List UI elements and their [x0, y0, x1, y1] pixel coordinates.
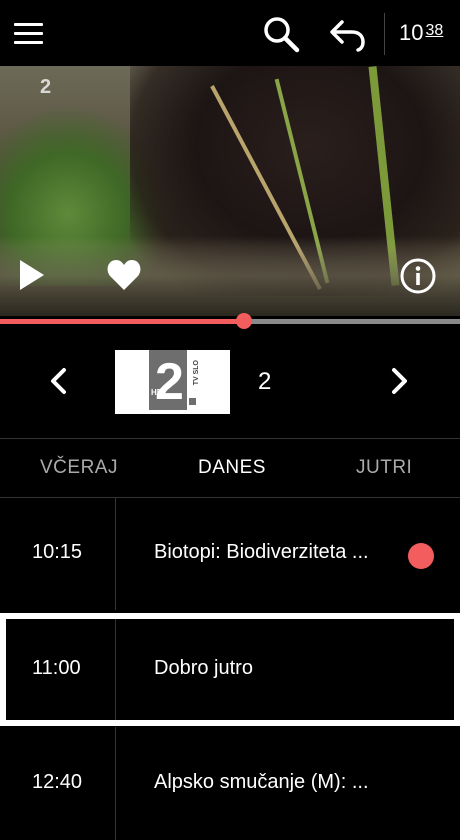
next-channel-button[interactable] — [388, 366, 412, 396]
recording-indicator — [408, 543, 434, 569]
play-button[interactable] — [18, 258, 46, 292]
logo-hd: HD — [151, 388, 163, 397]
channel-number: 2 — [258, 368, 272, 395]
info-icon — [400, 258, 436, 294]
progress-thumb[interactable] — [235, 313, 252, 329]
schedule-title: Dobro jutro — [154, 657, 253, 679]
logo-tv-slo: TV SLO — [193, 360, 200, 386]
schedule-row-selected[interactable]: 11:00 Dobro jutro — [0, 613, 460, 726]
clock-hour: 10 — [399, 20, 424, 45]
favorite-button[interactable] — [106, 258, 142, 292]
back-button[interactable] — [328, 14, 368, 54]
top-bar: 10 38 — [0, 0, 460, 66]
info-button[interactable] — [400, 258, 436, 294]
chevron-right-icon — [392, 368, 407, 394]
previous-channel-button[interactable] — [46, 366, 70, 396]
heart-icon — [107, 260, 141, 290]
clock: 10 38 — [399, 20, 443, 46]
play-icon — [20, 260, 44, 290]
search-icon — [264, 17, 300, 53]
video-player[interactable]: 2 — [0, 66, 460, 316]
video-overlay — [0, 246, 460, 316]
row-divider — [115, 497, 116, 610]
row-divider — [115, 727, 116, 840]
channel-logo[interactable]: 2 HD TV SLO — [115, 350, 230, 414]
menu-button[interactable] — [14, 20, 44, 46]
schedule-row[interactable]: 12:40 Alpsko smučanje (M): ... — [0, 727, 460, 840]
clock-minutes: 38 — [425, 22, 444, 39]
menu-icon-line — [14, 41, 43, 44]
day-tabs: VČERAJ DANES JUTRI — [0, 438, 460, 498]
schedule-time: 11:00 — [32, 657, 81, 679]
tab-today[interactable]: DANES — [198, 457, 266, 479]
back-arrow-icon — [330, 20, 365, 52]
channel-selector: 2 HD TV SLO 2 — [0, 340, 460, 425]
logo-number: 2 — [155, 353, 184, 411]
row-divider — [115, 619, 116, 720]
menu-icon — [14, 23, 43, 26]
chevron-left-icon — [51, 368, 66, 394]
channel-watermark: 2 — [40, 76, 52, 98]
tab-yesterday[interactable]: VČERAJ — [40, 457, 118, 479]
playback-progress[interactable] — [0, 313, 460, 329]
schedule-title: Alpsko smučanje (M): ... — [154, 771, 369, 793]
tab-tomorrow[interactable]: JUTRI — [356, 457, 412, 479]
logo-square — [189, 398, 196, 405]
progress-fill — [0, 319, 244, 324]
menu-icon-line — [14, 32, 43, 35]
header-divider — [384, 13, 385, 55]
schedule-time: 10:15 — [32, 541, 83, 563]
schedule-row[interactable]: 10:15 Biotopi: Biodiverziteta ... — [0, 497, 460, 610]
schedule-title: Biotopi: Biodiverziteta ... — [154, 541, 369, 563]
search-button[interactable] — [262, 15, 300, 53]
schedule-time: 12:40 — [32, 771, 83, 793]
